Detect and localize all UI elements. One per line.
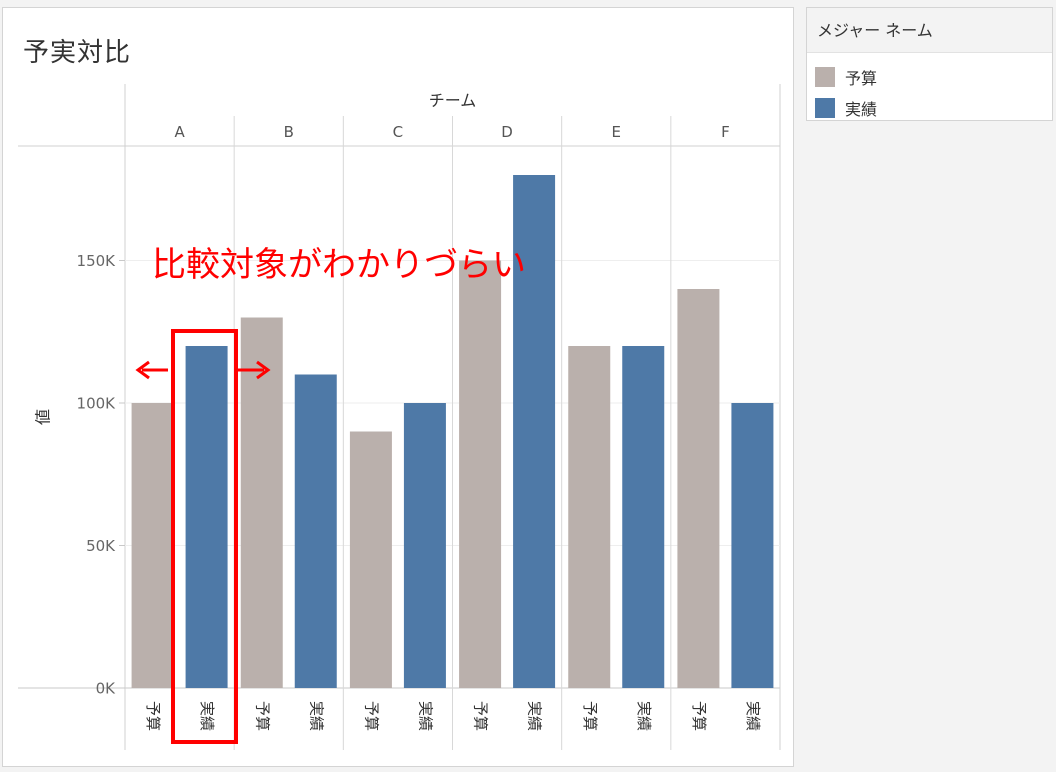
legend-swatch-budget [815,67,835,87]
legend-title: メジャー ネーム [807,8,1052,53]
bar-sub-label: 実績 [744,701,762,731]
bar-C-actual [403,403,446,688]
bar-sub-label: 実績 [198,701,216,731]
category-label: B [284,123,294,141]
column-header-title: チーム [429,91,477,110]
bar-sub-label: 実績 [307,701,325,731]
bar-F-budget [677,289,720,688]
y-tick-label: 0K [96,680,117,698]
bar-A-actual [185,346,228,688]
bar-E-actual [622,346,665,688]
bar-sub-label: 予算 [581,701,599,731]
legend-item-actual[interactable]: 実績 [815,97,877,119]
bar-F-actual [731,403,774,688]
category-label: E [612,123,621,141]
category-label: A [174,123,185,141]
bar-B-actual [294,374,337,688]
category-label: F [721,123,730,141]
bar-C-budget [349,431,392,688]
category-label: D [501,123,513,141]
y-tick-label: 100K [77,395,117,413]
y-tick-label: 150K [77,252,117,270]
legend-label-budget: 予算 [845,69,878,88]
legend-swatch-actual [815,98,835,118]
color-legend: メジャー ネーム 予算 実績 [806,7,1053,121]
bar-sub-label: 実績 [635,701,653,731]
bar-sub-label: 実績 [416,701,434,731]
bar-sub-label: 予算 [253,701,271,731]
bar-sub-label: 実績 [526,701,544,731]
bar-sub-label: 予算 [472,701,490,731]
bar-D-budget [459,260,502,688]
y-tick-label: 50K [86,537,116,555]
y-axis-title: 値 [34,409,53,425]
bar-sub-label: 予算 [144,701,162,731]
annotation-text: 比較対象がわかりづらい [152,245,526,285]
bar-sub-label: 予算 [690,701,708,731]
bar-A-budget [131,403,174,688]
category-label: C [393,123,403,141]
legend-item-budget[interactable]: 予算 [815,66,877,88]
bar-sub-label: 予算 [362,701,380,731]
bar-E-budget [568,346,611,688]
legend-label-actual: 実績 [845,100,878,119]
